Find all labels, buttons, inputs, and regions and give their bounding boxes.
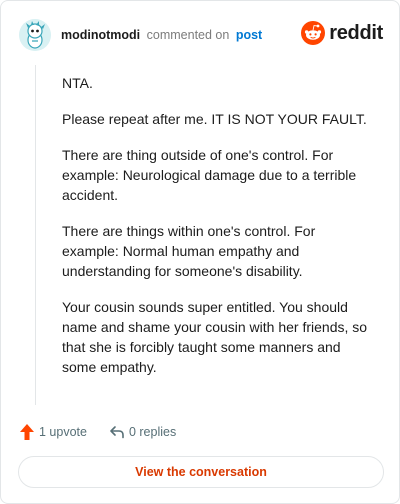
user-avatar[interactable] (19, 19, 51, 51)
thread-line (35, 65, 36, 405)
comment-meta: modinotmodi commented on post (61, 27, 262, 43)
comment-header: modinotmodi commented on post reddit (19, 17, 383, 53)
comment-actions: 1 upvote 0 replies (19, 422, 176, 442)
comment-paragraph: Please repeat after me. IT IS NOT YOUR F… (62, 111, 367, 127)
comment-embed-card: modinotmodi commented on post reddit NTA… (0, 0, 400, 504)
post-link[interactable]: post (236, 28, 262, 42)
comment-paragraph: Your cousin sounds super entitled. You s… (62, 299, 368, 375)
snoo-avatar-icon (19, 19, 51, 51)
comment-verb: commented on (146, 28, 230, 42)
upvote-arrow-icon (20, 424, 34, 440)
reddit-snoo-icon (301, 21, 326, 45)
username-link[interactable]: modinotmodi (61, 28, 140, 42)
view-conversation-button[interactable]: View the conversation (18, 456, 384, 488)
reddit-wordmark: reddit (329, 21, 383, 44)
upvote-count: 1 upvote (39, 425, 87, 439)
reply-button[interactable]: 0 replies (109, 425, 176, 439)
reply-arrow-icon (110, 426, 124, 439)
reply-count: 0 replies (128, 425, 177, 439)
reddit-logo[interactable]: reddit (301, 21, 383, 45)
comment-paragraph: NTA. (62, 75, 93, 91)
comment-body: NTA. Please repeat after me. IT IS NOT Y… (62, 73, 372, 393)
comment-paragraph: There are thing outside of one's control… (62, 147, 357, 203)
comment-paragraph: There are things within one's control. F… (62, 223, 316, 279)
upvote-button[interactable]: 1 upvote (19, 423, 87, 441)
